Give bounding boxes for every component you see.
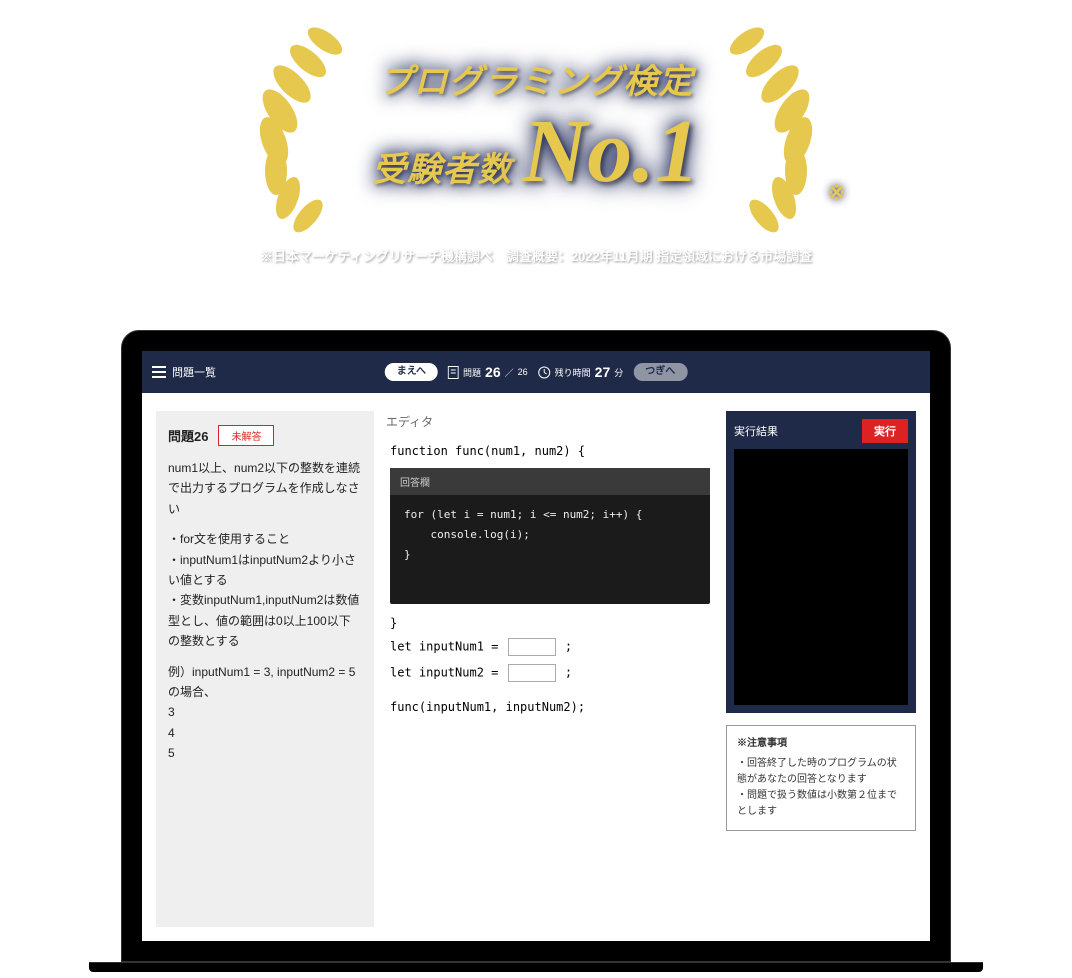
editor-title: エディタ bbox=[386, 413, 714, 430]
question-counter: 問題 26 ／ 26 bbox=[448, 364, 528, 380]
laptop-mockup: 問題一覧 まえへ 問題 26 ／ 26 残り時間 27 bbox=[121, 330, 951, 972]
document-icon bbox=[448, 366, 459, 379]
award-title-line1: プログラミング検定 bbox=[379, 54, 694, 103]
laurel-right-icon bbox=[712, 16, 842, 236]
hero-section: プログラミング検定 受験者数 No.1 ※ ※日本マーケティングリサーチ機構調べ… bbox=[0, 0, 1072, 290]
answer-header: 回答欄 bbox=[390, 468, 710, 495]
func-close: } bbox=[390, 616, 710, 630]
func-signature: function func(num1, num2) { bbox=[390, 444, 710, 458]
question-panel: 問題26 未解答 num1以上、num2以下の整数を連続で出力するプログラムを作… bbox=[156, 411, 374, 927]
disclaimer-text: ※日本マーケティングリサーチ機構調べ 調査概要：2022年11月期 指定領域にお… bbox=[260, 246, 812, 265]
func-call: func(inputNum1, inputNum2); bbox=[390, 700, 710, 714]
award-title: プログラミング検定 受験者数 No.1 bbox=[372, 54, 700, 197]
input-line-2: let inputNum2 = ; bbox=[390, 664, 710, 682]
asterisk-mark: ※ bbox=[827, 180, 845, 206]
question-number: 問題26 bbox=[168, 426, 208, 445]
note-1: ・回答終了した時のプログラムの状態があなたの回答となります bbox=[737, 756, 905, 788]
laurel-badge: プログラミング検定 受験者数 No.1 ※ bbox=[230, 16, 842, 236]
app-header: 問題一覧 まえへ 問題 26 ／ 26 残り時間 27 bbox=[142, 351, 930, 393]
run-button[interactable]: 実行 bbox=[862, 419, 908, 443]
award-subtitle: 受験者数 bbox=[372, 142, 512, 191]
clock-icon bbox=[538, 366, 551, 379]
inputnum2-field[interactable] bbox=[508, 664, 556, 682]
input-line-1: let inputNum1 = ; bbox=[390, 638, 710, 656]
answer-code-box[interactable]: 回答欄 for (let i = num1; i <= num2; i++) {… bbox=[390, 468, 710, 604]
unanswered-badge: 未解答 bbox=[218, 425, 274, 446]
editor-panel: エディタ function func(num1, num2) { 回答欄 for… bbox=[386, 411, 714, 927]
app-screen: 問題一覧 まえへ 問題 26 ／ 26 残り時間 27 bbox=[142, 351, 930, 941]
award-no1: No.1 bbox=[522, 107, 700, 197]
notes-title: ※注意事項 bbox=[737, 736, 905, 752]
note-2: ・問題で扱う数値は小数第２位までとします bbox=[737, 788, 905, 820]
question-body-2: ・for文を使用すること ・inputNum1はinputNum2より小さい値と… bbox=[168, 529, 362, 651]
next-button[interactable]: つぎへ bbox=[633, 363, 687, 381]
hamburger-icon bbox=[152, 366, 166, 378]
prev-button[interactable]: まえへ bbox=[385, 363, 438, 381]
laptop-base bbox=[89, 962, 983, 972]
question-list-button[interactable]: 問題一覧 bbox=[152, 364, 216, 380]
right-column: 実行結果 実行 ※注意事項 ・回答終了した時のプログラムの状態があなたの回答とな… bbox=[726, 411, 916, 927]
result-panel: 実行結果 実行 bbox=[726, 411, 916, 713]
result-output bbox=[734, 449, 908, 705]
inputnum1-field[interactable] bbox=[508, 638, 556, 656]
answer-code[interactable]: for (let i = num1; i <= num2; i++) { con… bbox=[390, 495, 710, 604]
result-title: 実行結果 bbox=[734, 423, 778, 439]
question-body-3: 例）inputNum1 = 3, inputNum2 = 5 の場合、 3 4 … bbox=[168, 662, 362, 764]
menu-label: 問題一覧 bbox=[172, 364, 216, 380]
question-body-1: num1以上、num2以下の整数を連続で出力するプログラムを作成しなさい bbox=[168, 458, 362, 519]
app-body: 問題26 未解答 num1以上、num2以下の整数を連続で出力するプログラムを作… bbox=[142, 393, 930, 941]
laurel-left-icon bbox=[230, 16, 360, 236]
header-center-controls: まえへ 問題 26 ／ 26 残り時間 27 分 つぎへ bbox=[385, 363, 688, 381]
notes-box: ※注意事項 ・回答終了した時のプログラムの状態があなたの回答となります ・問題で… bbox=[726, 725, 916, 831]
time-remaining: 残り時間 27 分 bbox=[538, 364, 624, 380]
